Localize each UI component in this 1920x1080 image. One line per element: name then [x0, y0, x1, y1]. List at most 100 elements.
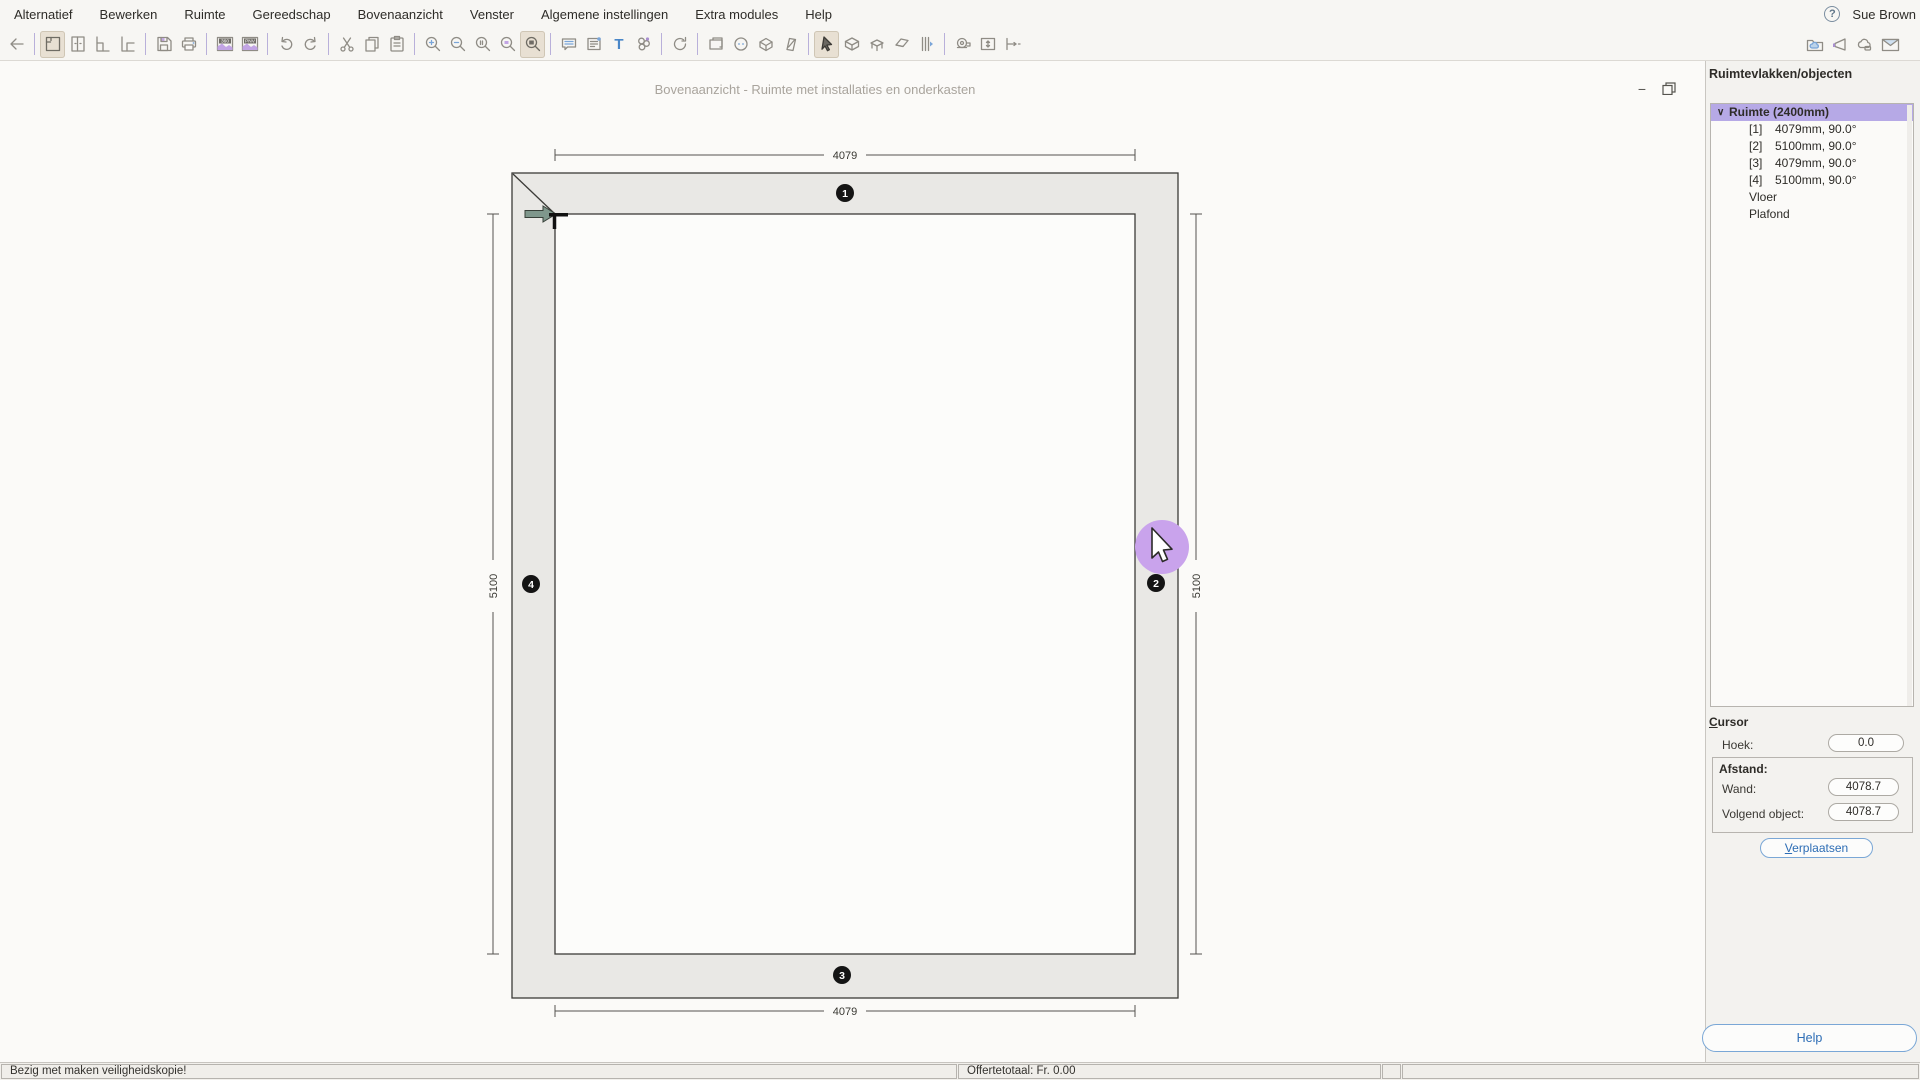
afstand-label: Afstand: — [1719, 762, 1768, 776]
hoek-input[interactable]: 0.0 — [1828, 734, 1904, 752]
tape-measure-icon[interactable] — [950, 31, 975, 58]
toolbar-separator — [697, 33, 698, 55]
zoom-out-icon[interactable] — [445, 31, 470, 58]
mirror-tool-icon[interactable] — [778, 31, 803, 58]
cloud-folder-icon[interactable] — [1802, 31, 1827, 58]
volgend-object-label: Volgend object: — [1722, 807, 1804, 821]
tree-wall-2-row[interactable]: [2] 5100mm, 90.0° — [1711, 138, 1913, 155]
wall-measure-icon[interactable] — [914, 31, 939, 58]
select-cursor-icon[interactable] — [814, 31, 839, 58]
panel-title: Ruimtevlakken/objecten — [1709, 67, 1852, 81]
mail-icon[interactable] — [1877, 31, 1902, 58]
room-plan-drawing[interactable]: 4079 4079 5100 5100 1 2 3 4 — [0, 61, 1705, 1062]
comment-icon[interactable] — [556, 31, 581, 58]
menu-alternatief[interactable]: Alternatief — [14, 7, 73, 22]
print-icon[interactable] — [176, 31, 201, 58]
menu-bovenaanzicht[interactable]: Bovenaanzicht — [358, 7, 443, 22]
toolbar-separator — [808, 33, 809, 55]
volgend-object-input[interactable]: 4078.7 — [1828, 803, 1899, 821]
zoom-original-icon[interactable] — [470, 31, 495, 58]
undo-icon[interactable] — [273, 31, 298, 58]
tree-item-index: [1] — [1749, 121, 1775, 138]
toolbar-separator — [661, 33, 662, 55]
cursor-highlight — [1135, 520, 1189, 574]
redo-icon[interactable] — [298, 31, 323, 58]
menu-ruimte[interactable]: Ruimte — [184, 7, 225, 22]
svg-text:PNV: PNV — [245, 39, 256, 45]
back-icon[interactable] — [4, 31, 29, 58]
menu-bar: Alternatief Bewerken Ruimte Gereedschap … — [0, 0, 1920, 28]
view-cabinet-icon[interactable] — [65, 31, 90, 58]
room-walls[interactable] — [512, 173, 1178, 998]
svg-text:4: 4 — [528, 579, 534, 591]
menu-help[interactable]: Help — [805, 7, 832, 22]
chevron-down-icon[interactable]: ∨ — [1711, 104, 1729, 121]
socket-tool-icon[interactable] — [728, 31, 753, 58]
zoom-selection-icon[interactable] — [495, 31, 520, 58]
image-360-icon[interactable]: 360 — [212, 31, 237, 58]
status-message: Bezig met maken veiligheidskopie! — [1, 1064, 957, 1079]
toolbar-separator — [944, 33, 945, 55]
furniture-3d-icon[interactable] — [864, 31, 889, 58]
menu-algemene-instellingen[interactable]: Algemene instellingen — [541, 7, 668, 22]
megaphone-icon[interactable] — [1827, 31, 1852, 58]
image-pnv-icon[interactable]: PNV — [237, 31, 262, 58]
dimension-inside-icon[interactable] — [975, 31, 1000, 58]
cloud-message-icon[interactable] — [1852, 31, 1877, 58]
room-objects-tree: ∨ Ruimte (2400mm) [1] 4079mm, 90.0° [2] … — [1710, 103, 1914, 707]
save-icon[interactable] — [151, 31, 176, 58]
zoom-all-icon[interactable] — [520, 31, 545, 58]
toolbar-separator — [206, 33, 207, 55]
tree-item-value: 5100mm, 90.0° — [1775, 138, 1857, 155]
tree-wall-4-row[interactable]: [4] 5100mm, 90.0° — [1711, 172, 1913, 189]
text-tool-icon[interactable]: T — [606, 31, 631, 58]
svg-text:3: 3 — [839, 970, 845, 982]
appliance-tool-icon[interactable] — [753, 31, 778, 58]
window-tool-icon[interactable] — [703, 31, 728, 58]
menu-gereedschap[interactable]: Gereedschap — [253, 7, 331, 22]
tree-wall-1-row[interactable]: [1] 4079mm, 90.0° — [1711, 121, 1913, 138]
note-icon[interactable] — [581, 31, 606, 58]
tree-wall-3-row[interactable]: [3] 4079mm, 90.0° — [1711, 155, 1913, 172]
app-window: { "menu": { "items": ["Alternatief", "Be… — [0, 0, 1920, 1080]
tree-scrollbar[interactable] — [1907, 105, 1912, 707]
user-name[interactable]: Sue Brown — [1852, 7, 1916, 22]
menu-bewerken[interactable]: Bewerken — [100, 7, 158, 22]
svg-text:2: 2 — [1153, 578, 1159, 590]
status-cell-right — [1402, 1064, 1919, 1079]
view-floorplan-icon[interactable] — [40, 31, 65, 58]
verplaatsen-button[interactable]: Verplaatsen — [1760, 838, 1873, 858]
copy-icon[interactable] — [359, 31, 384, 58]
palette-icon[interactable] — [631, 31, 656, 58]
worktop-3d-icon[interactable] — [889, 31, 914, 58]
room-3d-icon[interactable] — [839, 31, 864, 58]
menu-extra-modules[interactable]: Extra modules — [695, 7, 778, 22]
toolbar: 360 PNV T — [0, 28, 1920, 61]
toolbar-separator — [414, 33, 415, 55]
status-bar: Bezig met maken veiligheidskopie! Offert… — [0, 1062, 1920, 1080]
help-button[interactable]: Help — [1702, 1024, 1917, 1052]
status-cell-small — [1382, 1064, 1401, 1079]
rotate-icon[interactable] — [667, 31, 692, 58]
menu-venster[interactable]: Venster — [470, 7, 514, 22]
toolbar-separator — [328, 33, 329, 55]
paste-icon[interactable] — [384, 31, 409, 58]
view-elevation-bottom-icon[interactable] — [115, 31, 140, 58]
verplaatsen-button-label: Verplaatsen — [1785, 841, 1848, 855]
dimension-outside-icon[interactable] — [1000, 31, 1025, 58]
toolbar-separator — [34, 33, 35, 55]
tree-plafond-row[interactable]: Plafond — [1711, 206, 1913, 223]
tree-root-row[interactable]: ∨ Ruimte (2400mm) — [1711, 104, 1913, 121]
tree-item-value: Plafond — [1749, 206, 1790, 223]
wand-input[interactable]: 4078.7 — [1828, 778, 1899, 796]
zoom-in-icon[interactable] — [420, 31, 445, 58]
tree-vloer-row[interactable]: Vloer — [1711, 189, 1913, 206]
view-elevation-left-icon[interactable] — [90, 31, 115, 58]
help-circle-icon[interactable]: ? — [1824, 6, 1840, 22]
tree-item-index: [4] — [1749, 172, 1775, 189]
offer-total: Offertetotaal: Fr. 0.00 — [958, 1064, 1381, 1079]
drawing-canvas[interactable]: Bovenaanzicht - Ruimte met installaties … — [0, 61, 1705, 1062]
cut-icon[interactable] — [334, 31, 359, 58]
dim-top-label: 4079 — [833, 150, 857, 162]
cursor-section-label: Cursor — [1709, 715, 1748, 729]
